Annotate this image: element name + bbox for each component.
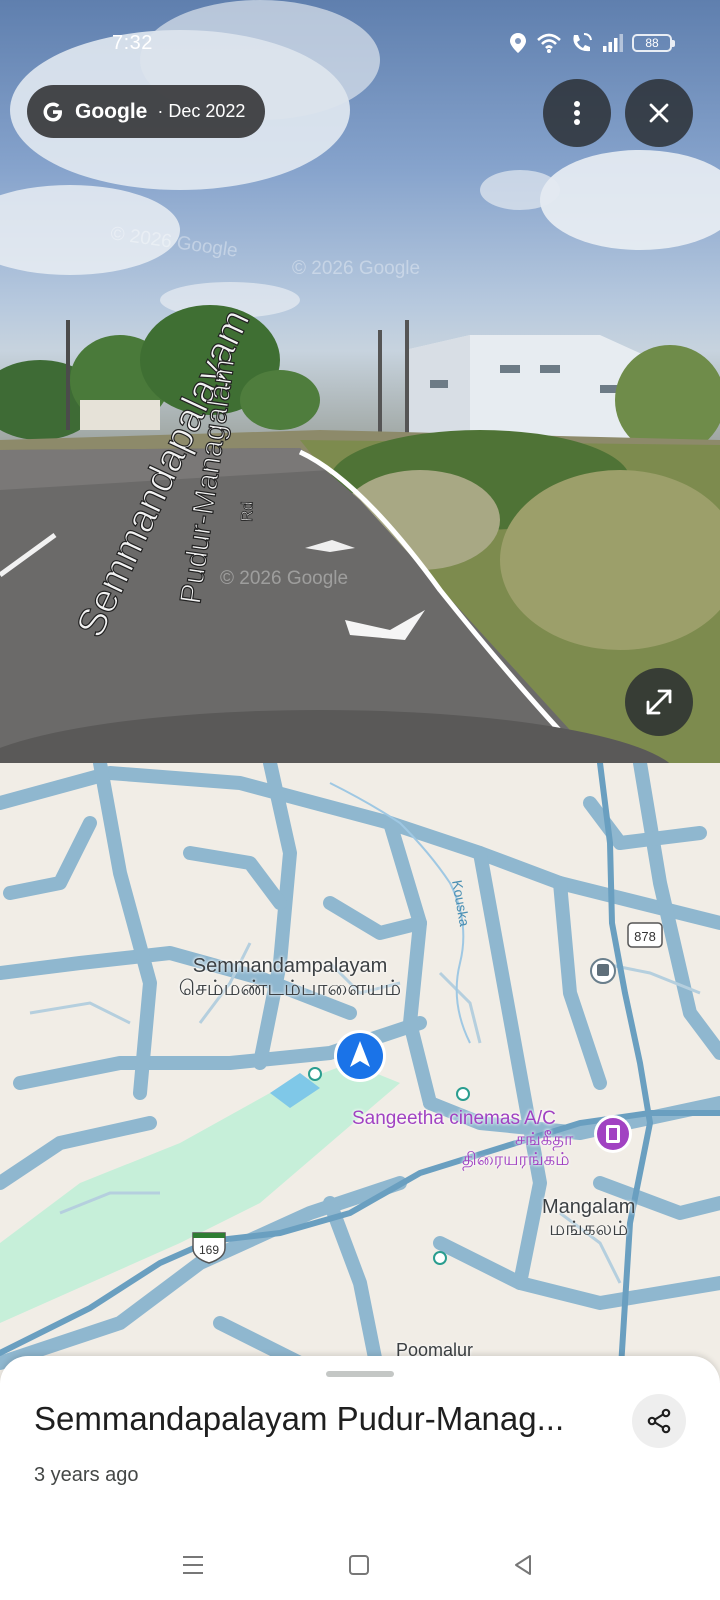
location-icon: [510, 33, 526, 53]
poi-name-en: Sangeetha cinemas A/C: [352, 1108, 556, 1129]
recents-button[interactable]: [176, 1548, 210, 1582]
brand-name: Google: [75, 99, 148, 123]
battery-level: 88: [645, 36, 659, 50]
poi-name-ta-2: திரையரங்கம்: [462, 1148, 570, 1169]
more-vert-icon: [574, 101, 580, 125]
place-name-ta: செம்மண்டம்பாளையம்: [178, 977, 402, 1000]
place-name-en: Mangalam: [542, 1196, 636, 1218]
poi-name-ta-1: சங்கீதா: [515, 1128, 574, 1149]
square-icon: [349, 1555, 369, 1575]
place-name-ta: மங்கலம்: [549, 1218, 629, 1240]
expand-icon: [646, 689, 672, 715]
more-options-button[interactable]: [543, 79, 611, 147]
status-bar: 7:32 88: [0, 0, 720, 90]
status-icons: 88: [508, 32, 675, 54]
expand-button[interactable]: [625, 668, 693, 736]
poi-marker-icon: [456, 1087, 470, 1101]
capture-age: 3 years ago: [34, 1464, 139, 1486]
copyright-watermark: © 2026 Google: [292, 258, 421, 279]
map-place-label[interactable]: Mangalam மங்கலம்: [542, 1196, 635, 1240]
poi-marker-icon: [433, 1251, 447, 1265]
map-view[interactable]: Kouska 878 169 Semmandampalayam செம்மண்ட…: [0, 763, 720, 1383]
map-place-label[interactable]: Semmandampalayam செம்மண்டம்பாளையம்: [160, 955, 420, 1000]
poi-marker-icon: [308, 1067, 322, 1081]
signal-icon: [603, 34, 623, 52]
svg-text:169: 169: [199, 1243, 219, 1257]
place-bottom-sheet[interactable]: Semmandapalayam Pudur-Manag... 3 years a…: [0, 1356, 720, 1600]
back-triangle-icon: [515, 1555, 531, 1575]
drag-handle[interactable]: [326, 1371, 394, 1377]
home-button[interactable]: [342, 1548, 376, 1582]
river-label: Kouska: [449, 879, 473, 928]
battery-icon: 88: [632, 34, 675, 52]
wifi-call-icon: [573, 33, 592, 52]
svg-text:878: 878: [634, 929, 656, 944]
street-view-panorama[interactable]: Semmandapalayam Pudur-Managalam Rd © 202…: [0, 0, 720, 763]
status-time: 7:32: [112, 32, 153, 54]
copyright-watermark: © 2026 Google: [220, 568, 349, 589]
share-button[interactable]: [632, 1394, 686, 1448]
system-navigation-bar: [0, 1530, 720, 1600]
wifi-icon: [537, 33, 561, 53]
google-g-icon: [43, 102, 62, 121]
cinema-poi-label[interactable]: Sangeetha cinemas A/C சங்கீதா திரையரங்கம…: [352, 1108, 574, 1169]
share-icon: [647, 1408, 671, 1434]
close-icon: [649, 103, 669, 123]
menu-icon: [183, 1556, 203, 1574]
place-name-en: Semmandampalayam: [192, 955, 388, 977]
road-label-3: Rd: [239, 501, 257, 522]
close-button[interactable]: [625, 79, 693, 147]
imagery-date: · Dec 2022: [157, 101, 246, 121]
place-title: Semmandapalayam Pudur-Manag...: [34, 1400, 565, 1437]
imagery-attribution-chip[interactable]: Google · Dec 2022: [27, 85, 266, 138]
back-button[interactable]: [506, 1548, 540, 1582]
map-roads: Kouska 878 169: [0, 763, 720, 1383]
